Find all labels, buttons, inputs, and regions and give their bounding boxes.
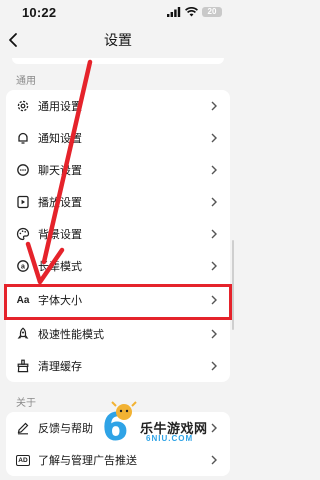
section-label-general: 通用 xyxy=(16,76,36,87)
ad-icon-text: AD xyxy=(16,454,30,466)
settings-item-elder-mode[interactable]: a 长辈模式 xyxy=(6,250,230,282)
chevron-right-icon xyxy=(211,261,217,271)
rocket-icon xyxy=(16,327,30,341)
chevron-right-icon xyxy=(211,361,217,371)
scroll-edge-card xyxy=(12,58,224,64)
settings-item-ad-management[interactable]: AD 了解与管理广告推送 xyxy=(6,444,230,476)
settings-item-label: 清理缓存 xyxy=(38,361,82,373)
settings-item-label: 通知设置 xyxy=(38,133,82,145)
settings-item-general[interactable]: 通用设置 xyxy=(6,90,230,122)
scrollbar xyxy=(232,240,234,330)
settings-item-label: 极速性能模式 xyxy=(38,329,104,341)
settings-item-label: 聊天设置 xyxy=(38,165,82,177)
chat-bubble-icon xyxy=(16,163,30,177)
back-arrow-icon[interactable] xyxy=(6,32,22,48)
edit-icon xyxy=(16,421,30,435)
settings-item-playback[interactable]: 播放设置 xyxy=(6,186,230,218)
chevron-right-icon xyxy=(211,165,217,175)
elder-mode-icon: a xyxy=(16,259,30,273)
wifi-icon xyxy=(185,7,198,17)
svg-text:a: a xyxy=(21,264,25,271)
highlight-box xyxy=(4,284,232,320)
section-label-about: 关于 xyxy=(16,398,36,409)
chevron-right-icon xyxy=(211,133,217,143)
settings-item-background[interactable]: 背景设置 xyxy=(6,218,230,250)
signal-icon xyxy=(167,7,181,17)
settings-item-notifications[interactable]: 通知设置 xyxy=(6,122,230,154)
settings-item-label: 通用设置 xyxy=(38,101,82,113)
ad-icon: AD xyxy=(16,453,30,467)
nav-header: 设置 xyxy=(0,24,236,56)
page-title: 设置 xyxy=(104,32,132,48)
settings-item-clear-cache[interactable]: 清理缓存 xyxy=(6,350,230,382)
about-card: 反馈与帮助 AD 了解与管理广告推送 xyxy=(6,412,230,476)
palette-icon xyxy=(16,227,30,241)
broom-icon xyxy=(16,359,30,373)
status-bar: 10:22 20 xyxy=(0,0,236,24)
settings-item-label: 反馈与帮助 xyxy=(38,423,93,435)
settings-item-performance-mode[interactable]: 极速性能模式 xyxy=(6,318,230,350)
battery-indicator: 20 xyxy=(202,7,222,17)
settings-item-feedback[interactable]: 反馈与帮助 xyxy=(6,412,230,444)
status-time: 10:22 xyxy=(22,4,57,20)
chevron-right-icon xyxy=(211,455,217,465)
play-icon xyxy=(16,195,30,209)
settings-item-chat[interactable]: 聊天设置 xyxy=(6,154,230,186)
chevron-right-icon xyxy=(211,329,217,339)
status-icons: 20 xyxy=(167,7,222,17)
chevron-right-icon xyxy=(211,423,217,433)
chevron-right-icon xyxy=(211,197,217,207)
gear-icon xyxy=(16,99,30,113)
settings-item-label: 背景设置 xyxy=(38,229,82,241)
settings-item-label: 播放设置 xyxy=(38,197,82,209)
chevron-right-icon xyxy=(211,101,217,111)
bell-icon xyxy=(16,131,30,145)
chevron-right-icon xyxy=(211,229,217,239)
settings-item-label: 长辈模式 xyxy=(38,261,82,273)
general-settings-card: 通用设置 通知设置 聊天设置 播放设置 背景设置 a 长辈模式 Aa 字体大小 … xyxy=(6,90,230,382)
settings-item-label: 了解与管理广告推送 xyxy=(38,455,137,467)
